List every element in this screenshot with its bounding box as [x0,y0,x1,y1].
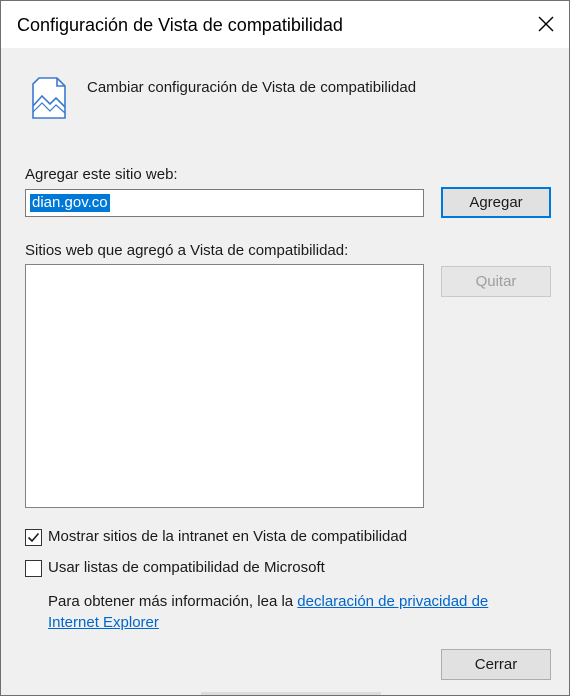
intranet-option-label: Mostrar sitios de la intranet en Vista d… [48,528,408,545]
add-site-label: Agregar este sitio web: [25,166,178,183]
remove-button-label: Quitar [475,273,517,290]
checkmark-icon [27,532,40,543]
close-dialog-button-label: Cerrar [474,656,518,673]
close-dialog-button[interactable]: Cerrar [441,649,551,680]
close-icon [538,16,554,32]
compat-view-dialog: Configuración de Vista de compatibilidad… [0,0,570,696]
sites-list-label: Sitios web que agregó a Vista de compati… [25,242,349,259]
header-text: Cambiar configuración de Vista de compat… [87,79,417,96]
microsoft-lists-option-label: Usar listas de compatibilidad de Microso… [48,559,325,576]
info-prefix: Para obtener más información, lea la [48,593,298,610]
remove-button: Quitar [441,266,551,297]
title-bar[interactable]: Configuración de Vista de compatibilidad [1,1,569,48]
add-button-label: Agregar [469,194,523,211]
bottom-edge [201,692,381,695]
sites-listbox[interactable] [25,264,424,508]
info-text: Para obtener más información, lea la dec… [48,591,538,633]
site-url-input[interactable]: dian.gov.co [25,189,424,217]
close-button[interactable] [523,1,569,48]
broken-page-icon [32,77,66,119]
microsoft-lists-checkbox[interactable] [25,560,42,577]
dialog-title: Configuración de Vista de compatibilidad [17,15,343,35]
site-url-value: dian.gov.co [29,193,111,213]
add-button[interactable]: Agregar [441,187,551,218]
intranet-checkbox[interactable] [25,529,42,546]
